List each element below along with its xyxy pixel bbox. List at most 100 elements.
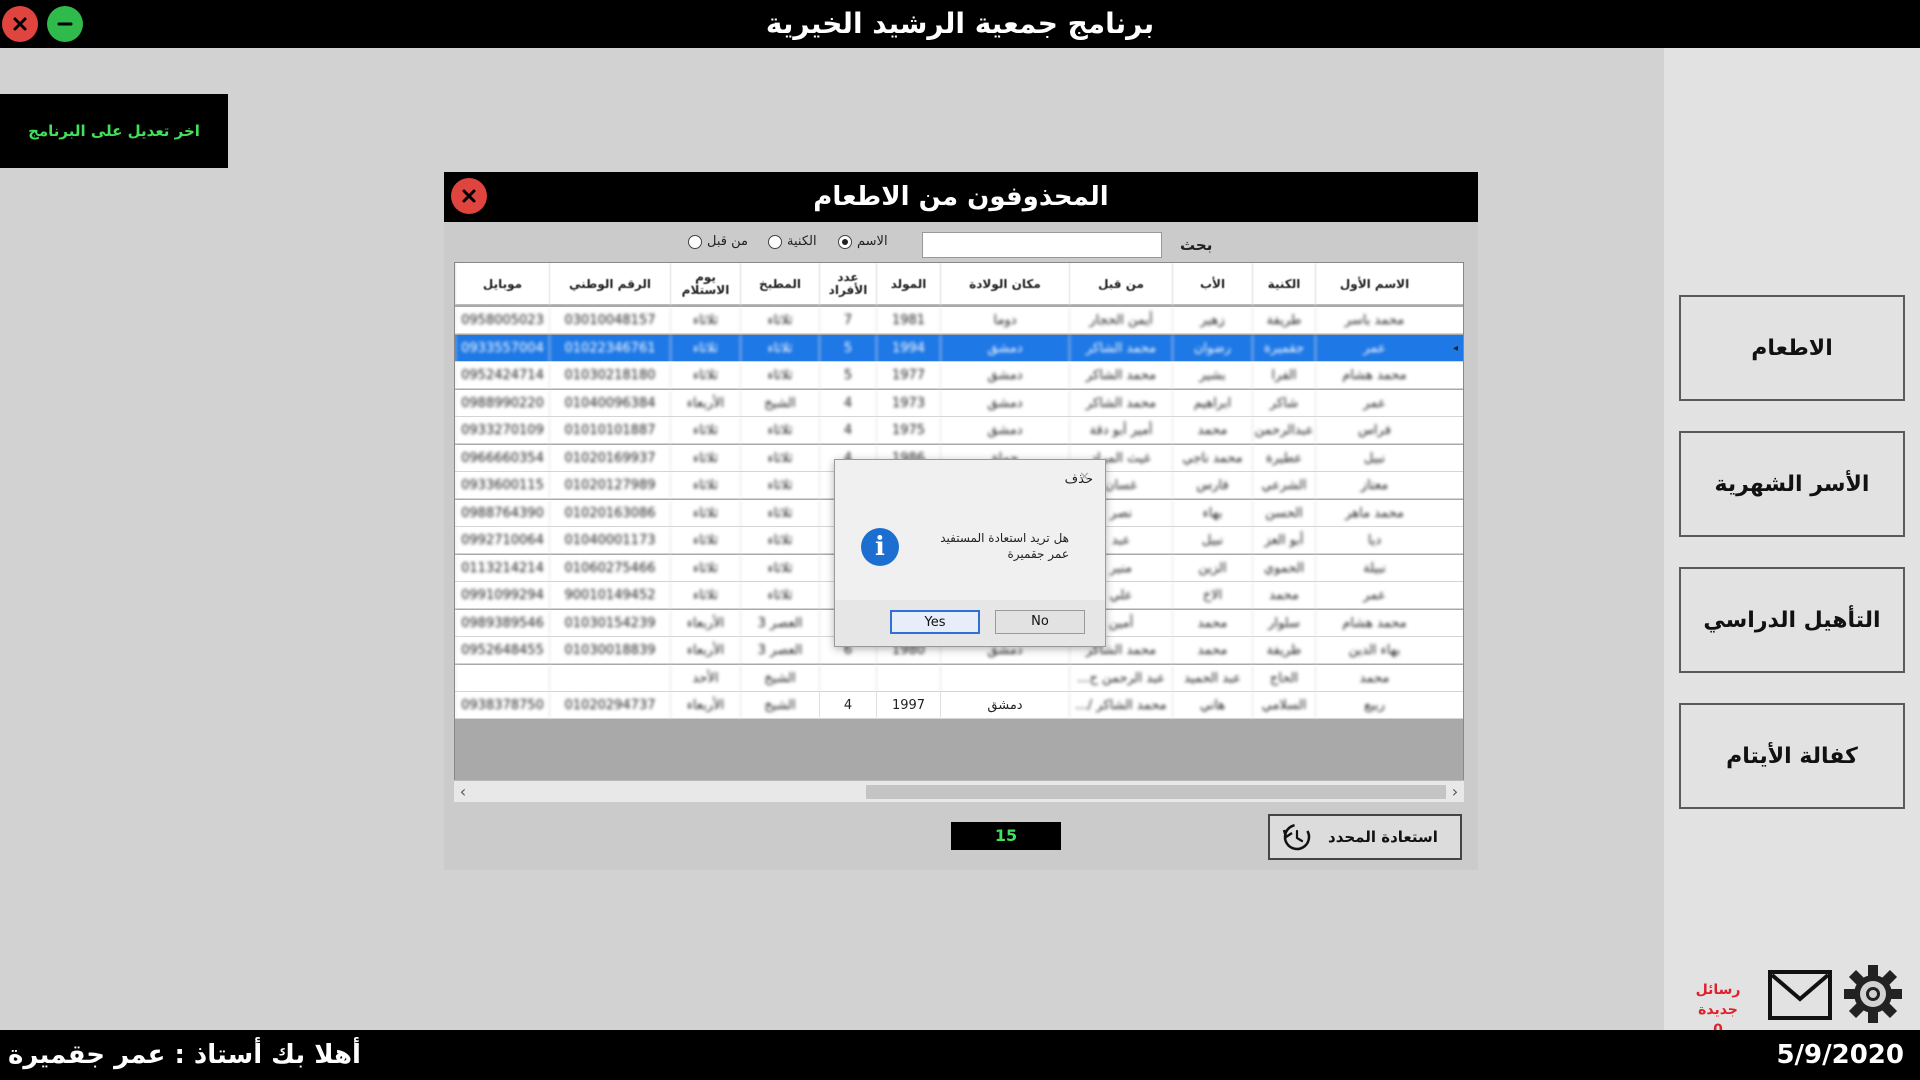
column-header-birthplace[interactable]: مكان الولادة bbox=[940, 263, 1069, 305]
table-cell-mobile: 0988990220 bbox=[455, 389, 549, 417]
app-title: برنامج جمعية الرشيد الخيرية bbox=[765, 7, 1155, 40]
table-cell-birthplace: دمشق bbox=[940, 334, 1069, 362]
restore-icon bbox=[1282, 823, 1311, 851]
table-cell-birthplace: دمشق bbox=[940, 362, 1069, 389]
table-cell-family-size: 5 bbox=[819, 334, 876, 362]
table-cell-first-name: نبيل bbox=[1315, 444, 1433, 472]
table-cell-mobile: 0938378750 bbox=[455, 692, 549, 719]
table-cell-pickup-day: ثلاثاء bbox=[670, 362, 740, 389]
radio-name-label: الاسم bbox=[857, 234, 888, 249]
dialog-title: المحذوفون من الاطعام bbox=[813, 182, 1109, 212]
table-row[interactable]: محمد الحاج عبد الحميد عبد الرحمن ح... الشيخ ا… bbox=[455, 664, 1463, 692]
table-cell-first-name: محمد باسر bbox=[1315, 307, 1433, 334]
table-row[interactable]: محمد باسر طريفة زهير أيمن الحجار دوما 1981 7 ثل… bbox=[455, 307, 1463, 334]
column-header-birth-year[interactable]: المولد bbox=[876, 263, 940, 305]
radio-added-by[interactable]: من قبل bbox=[688, 234, 748, 249]
table-cell-birth-year: 1994 bbox=[876, 334, 940, 362]
radio-name[interactable]: الاسم bbox=[838, 234, 888, 249]
table-cell-pickup-day: ثلاثاء bbox=[670, 582, 740, 609]
table-cell-first-name: ديا bbox=[1315, 527, 1433, 554]
settings-gear-icon[interactable] bbox=[1840, 962, 1906, 1026]
table-cell-pickup-day: ثلاثاء bbox=[670, 554, 740, 582]
table-cell-birthplace bbox=[940, 664, 1069, 692]
table-cell-first-name: محمد bbox=[1315, 664, 1433, 692]
table-cell-birthplace: دوما bbox=[940, 307, 1069, 334]
table-cell-national-id: 01030154239 bbox=[549, 609, 670, 637]
nav-monthly-families-button[interactable]: الأسر الشهرية bbox=[1679, 431, 1905, 537]
last-edit-button[interactable]: اخر تعديل على البرنامج bbox=[0, 94, 228, 168]
mail-icon[interactable] bbox=[1766, 966, 1834, 1024]
table-row[interactable]: عمر جقميرة رضوان محمد الشاكر دمشق 1994 5 ثلاثاء… bbox=[455, 334, 1463, 362]
table-cell-national-id: 01010101887 bbox=[549, 417, 670, 444]
scroll-right-arrow[interactable]: › bbox=[1446, 781, 1464, 803]
table-cell-father: نبيل bbox=[1172, 527, 1252, 554]
table-cell-pickup-day: ثلاثاء bbox=[670, 334, 740, 362]
window-minimize-button[interactable] bbox=[47, 6, 83, 42]
table-row[interactable]: فراس عبدالرحمن محمد أمير أبو دقة دمشق 1975 4 ثل… bbox=[455, 417, 1463, 444]
table-cell-pickup-day: ثلاثاء bbox=[670, 307, 740, 334]
radio-surname[interactable]: الكنية bbox=[768, 234, 817, 249]
table-cell-first-name: بهاء الدين bbox=[1315, 637, 1433, 664]
table-cell-pickup-day: ثلاثاء bbox=[670, 499, 740, 527]
restore-selected-button[interactable]: استعادة المحدد bbox=[1268, 814, 1462, 860]
nav-feeding-button[interactable]: الاطعام bbox=[1679, 295, 1905, 401]
yes-button[interactable]: Yes bbox=[890, 610, 980, 634]
table-cell-family-size: 4 bbox=[819, 389, 876, 417]
column-header-added-by[interactable]: من قبل bbox=[1069, 263, 1172, 305]
table-cell-surname: ظريفة bbox=[1252, 637, 1315, 664]
table-cell-family-size: 7 bbox=[819, 307, 876, 334]
welcome-message: أهلا بك أستاذ : عمر جقميرة bbox=[8, 1040, 361, 1070]
table-cell-birth-year: 1977 bbox=[876, 362, 940, 389]
table-cell-surname: شاكر bbox=[1252, 389, 1315, 417]
minimize-icon bbox=[57, 22, 73, 26]
column-header-mobile[interactable]: موبايل bbox=[455, 263, 549, 305]
dialog-close-button[interactable] bbox=[451, 178, 487, 214]
table-cell-first-name: عمر bbox=[1315, 389, 1433, 417]
record-count: 15 bbox=[951, 822, 1061, 850]
table-cell-kitchen: ثلاثاء bbox=[740, 582, 819, 609]
table-cell-pickup-day: الأربعاء bbox=[670, 389, 740, 417]
table-cell-pickup-day: الأحد bbox=[670, 664, 740, 692]
radio-added-by-label: من قبل bbox=[707, 234, 748, 249]
table-cell-family-size: 4 bbox=[819, 417, 876, 444]
nav-education-button[interactable]: التأهيل الدراسي bbox=[1679, 567, 1905, 673]
table-cell-father: محمد bbox=[1172, 417, 1252, 444]
table-cell-added-by: أيمن الحجار bbox=[1069, 307, 1172, 334]
column-header-surname[interactable]: الكنية bbox=[1252, 263, 1315, 305]
table-cell-birth-year bbox=[876, 664, 940, 692]
table-row[interactable]: محمد هشام الفرا بشير محمد الشاكر دمشق 1977 5 ثل… bbox=[455, 362, 1463, 389]
messagebox-line-1: هل تريد استعادة المستفيد bbox=[940, 531, 1069, 545]
messagebox-text: هل تريد استعادة المستفيد عمر جقميرة bbox=[909, 530, 1069, 562]
table-cell-birth-year: 1997 bbox=[876, 692, 940, 719]
table-cell-added-by: محمد الشاكر bbox=[1069, 389, 1172, 417]
table-cell-added-by: عبد الرحمن ح... bbox=[1069, 664, 1172, 692]
table-cell-mobile: 0113214214 bbox=[455, 554, 549, 582]
table-cell-mobile: 0988764390 bbox=[455, 499, 549, 527]
column-header-kitchen[interactable]: المطبخ bbox=[740, 263, 819, 305]
table-cell-national-id: 01020127989 bbox=[549, 472, 670, 499]
horizontal-scrollbar[interactable]: ‹ › bbox=[454, 780, 1464, 802]
scroll-left-arrow[interactable]: ‹ bbox=[454, 781, 472, 803]
table-cell-first-name: محمد هشام bbox=[1315, 609, 1433, 637]
column-header-pickup-day[interactable]: يوم الاستلام bbox=[670, 263, 740, 305]
table-cell-national-id: 01020169937 bbox=[549, 444, 670, 472]
window-close-button[interactable] bbox=[2, 6, 38, 42]
table-row[interactable]: ربيع السلامي هاني محمد الشاكر /... دمشق 1997 4… bbox=[455, 692, 1463, 719]
messagebox-close-icon[interactable]: ✕ bbox=[1079, 470, 1090, 485]
column-header-national-id[interactable]: الرقم الوطني bbox=[549, 263, 670, 305]
table-row[interactable]: عمر شاكر ابراهيم محمد الشاكر دمشق 1973 4 الشيخ ا… bbox=[455, 389, 1463, 417]
scrollbar-thumb[interactable] bbox=[866, 785, 1446, 799]
column-header-father[interactable]: الأب bbox=[1172, 263, 1252, 305]
nav-orphans-button[interactable]: كفالة الأيتام bbox=[1679, 703, 1905, 809]
table-cell-kitchen: الشيخ bbox=[740, 664, 819, 692]
no-button[interactable]: No bbox=[995, 610, 1085, 634]
table-cell-birthplace: دمشق bbox=[940, 417, 1069, 444]
column-header-first-name[interactable]: الاسم الأول bbox=[1315, 263, 1433, 305]
table-cell-pickup-day: ثلاثاء bbox=[670, 527, 740, 554]
column-header-family-size[interactable]: عدد الأفراد bbox=[819, 263, 876, 305]
search-input[interactable] bbox=[922, 232, 1162, 258]
table-cell-surname: سلوار bbox=[1252, 609, 1315, 637]
table-cell-father: بهاء bbox=[1172, 499, 1252, 527]
table-cell-pickup-day: ثلاثاء bbox=[670, 472, 740, 499]
table-cell-mobile: 0933270109 bbox=[455, 417, 549, 444]
